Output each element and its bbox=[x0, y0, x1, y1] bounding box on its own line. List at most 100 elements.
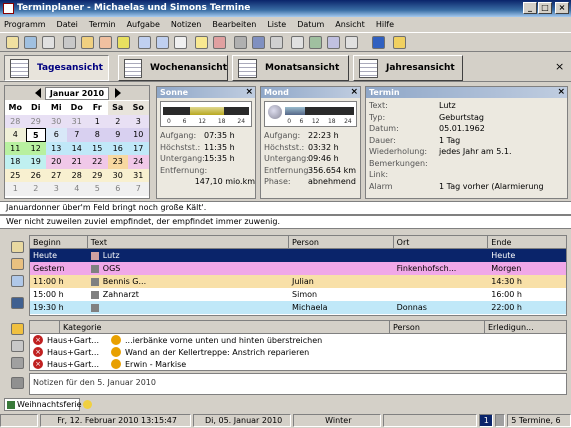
calendar-day[interactable]: 22 bbox=[87, 155, 108, 169]
calendar-day[interactable]: 12 bbox=[25, 141, 46, 155]
calendar-day[interactable]: 23 bbox=[107, 155, 128, 169]
close-button[interactable]: × bbox=[555, 2, 569, 14]
menu-aufgabe[interactable]: Aufgabe bbox=[127, 20, 160, 29]
calendar-day[interactable]: 28 bbox=[5, 114, 26, 128]
reminder-icon[interactable] bbox=[99, 35, 112, 49]
menu-datei[interactable]: Datei bbox=[57, 20, 78, 29]
calendar-day[interactable]: 28 bbox=[66, 168, 87, 182]
tab-jahresansicht[interactable]: Jahresansicht bbox=[353, 55, 463, 81]
calendar-day[interactable]: 11 bbox=[5, 141, 26, 155]
window-icon[interactable] bbox=[327, 35, 340, 49]
table-row[interactable]: 15:00 h Zahnarzt Simon 16:00 h bbox=[30, 288, 566, 301]
calendar-day[interactable]: 16 bbox=[107, 141, 128, 155]
next-month-icon[interactable] bbox=[115, 88, 121, 98]
col-person[interactable]: Person bbox=[289, 236, 394, 248]
task-row[interactable]: × Haus+Gart... ...ierbänke vorne unten und… bbox=[30, 334, 566, 346]
menu-notizen[interactable]: Notizen bbox=[171, 20, 201, 29]
calendar-day[interactable]: 31 bbox=[128, 168, 149, 182]
task-col-kategorie[interactable]: Kategorie bbox=[60, 321, 390, 333]
calendar-day[interactable]: 6 bbox=[107, 182, 128, 196]
table-row[interactable]: 11:00 h Bennis G... Julian 14:30 h bbox=[30, 275, 566, 288]
calendar-day[interactable]: 1 bbox=[87, 114, 108, 128]
calendar-day[interactable]: 30 bbox=[46, 114, 67, 128]
list-icon[interactable] bbox=[252, 35, 265, 49]
calendar-day[interactable]: 29 bbox=[87, 168, 108, 182]
prev-month-icon[interactable] bbox=[35, 88, 41, 98]
new-task-icon[interactable] bbox=[11, 323, 24, 335]
calendar-day[interactable]: 25 bbox=[5, 168, 26, 182]
calendar-day[interactable]: 26 bbox=[25, 168, 46, 182]
paste-icon[interactable] bbox=[156, 35, 169, 49]
search-icon[interactable] bbox=[291, 35, 304, 49]
new-icon[interactable] bbox=[6, 35, 19, 49]
calendar-day[interactable]: 15 bbox=[87, 141, 108, 155]
calendar-icon[interactable] bbox=[24, 35, 37, 49]
menu-programm[interactable]: Programm bbox=[4, 20, 46, 29]
task-col-erledigung[interactable]: Erledigun... bbox=[485, 321, 566, 333]
calendar-day[interactable]: 13 bbox=[46, 141, 67, 155]
calendar-day[interactable]: 3 bbox=[46, 182, 67, 196]
calendar-day[interactable]: 21 bbox=[66, 155, 87, 169]
image-icon[interactable] bbox=[11, 297, 24, 309]
delete-icon[interactable] bbox=[234, 35, 247, 49]
task-comment-icon[interactable] bbox=[11, 340, 24, 352]
print-icon[interactable] bbox=[42, 35, 55, 49]
menu-datum[interactable]: Datum bbox=[297, 20, 324, 29]
close-icon[interactable]: × bbox=[557, 87, 565, 98]
table-row[interactable]: Heute Lutz Heute bbox=[30, 249, 566, 262]
week-icon[interactable] bbox=[270, 35, 283, 49]
calendar-day[interactable]: 24 bbox=[128, 155, 149, 169]
copy-icon[interactable] bbox=[138, 35, 151, 49]
tab-wochenansicht[interactable]: Wochenansicht bbox=[118, 55, 228, 81]
menu-liste[interactable]: Liste bbox=[267, 20, 286, 29]
tab-monatsansicht[interactable]: Monatsansicht bbox=[232, 55, 349, 81]
calendar-month-label[interactable]: Januar 2010 bbox=[45, 86, 109, 100]
calendar-day[interactable]: 6 bbox=[46, 128, 67, 142]
menu-bearbeiten[interactable]: Bearbeiten bbox=[212, 20, 256, 29]
calendar-day[interactable]: 5 bbox=[25, 128, 46, 142]
date-icon[interactable] bbox=[213, 35, 226, 49]
calendar-day[interactable]: 2 bbox=[107, 114, 128, 128]
col-beginn[interactable]: Beginn bbox=[30, 236, 88, 248]
calendar-day[interactable]: 14 bbox=[66, 141, 87, 155]
maximize-button[interactable]: □ bbox=[538, 2, 552, 14]
help-icon[interactable] bbox=[372, 35, 385, 49]
calendar-day[interactable]: 7 bbox=[128, 182, 149, 196]
tab-tagesansicht[interactable]: Tagesansicht bbox=[4, 55, 109, 81]
window2-icon[interactable] bbox=[345, 35, 358, 49]
info-icon[interactable] bbox=[393, 35, 406, 49]
alarm-icon[interactable] bbox=[117, 35, 130, 49]
calendar-day[interactable]: 30 bbox=[107, 168, 128, 182]
calendar-day[interactable]: 1 bbox=[5, 182, 26, 196]
minimize-button[interactable]: _ bbox=[523, 2, 537, 14]
table-row[interactable]: Gestern OGS Finkenhofsch... Morgen bbox=[30, 262, 566, 275]
calendar-day[interactable]: 9 bbox=[107, 128, 128, 142]
print-preview-icon[interactable] bbox=[63, 35, 76, 49]
col-ende[interactable]: Ende bbox=[488, 236, 566, 248]
task-list-icon[interactable] bbox=[11, 357, 24, 369]
calendar-day[interactable]: 3 bbox=[128, 114, 149, 128]
new-appointment-icon[interactable] bbox=[11, 241, 24, 253]
calendar-day[interactable]: 4 bbox=[66, 182, 87, 196]
calendar-day[interactable]: 17 bbox=[128, 141, 149, 155]
edit-appointment-icon[interactable] bbox=[11, 258, 24, 270]
close-icon[interactable]: × bbox=[245, 87, 253, 98]
clock-icon[interactable] bbox=[81, 35, 94, 49]
task-row[interactable]: × Haus+Gart... Wand an der Kellertreppe: A… bbox=[30, 346, 566, 358]
calendar-day[interactable]: 18 bbox=[5, 155, 26, 169]
menu-termin[interactable]: Termin bbox=[89, 20, 116, 29]
table-row[interactable]: 19:30 h Michaela Donnas 22:00 h bbox=[30, 301, 566, 314]
calendar-day[interactable]: 7 bbox=[66, 128, 87, 142]
note-icon[interactable] bbox=[11, 377, 24, 389]
calendar-day[interactable]: 2 bbox=[25, 182, 46, 196]
col-text[interactable]: Text bbox=[88, 236, 290, 248]
menu-hilfe[interactable]: Hilfe bbox=[376, 20, 394, 29]
calendar-day[interactable]: 31 bbox=[66, 114, 87, 128]
bottom-tab-weihnachtsferien[interactable]: Weihnachtsferie bbox=[4, 398, 82, 411]
cut-icon[interactable] bbox=[174, 35, 187, 49]
close-icon[interactable]: × bbox=[350, 87, 358, 98]
calendar-day[interactable]: 10 bbox=[128, 128, 149, 142]
task-row[interactable]: × Haus+Gart... Erwin - Markise bbox=[30, 358, 566, 370]
task-col-person[interactable]: Person bbox=[390, 321, 485, 333]
note-icon[interactable] bbox=[195, 35, 208, 49]
